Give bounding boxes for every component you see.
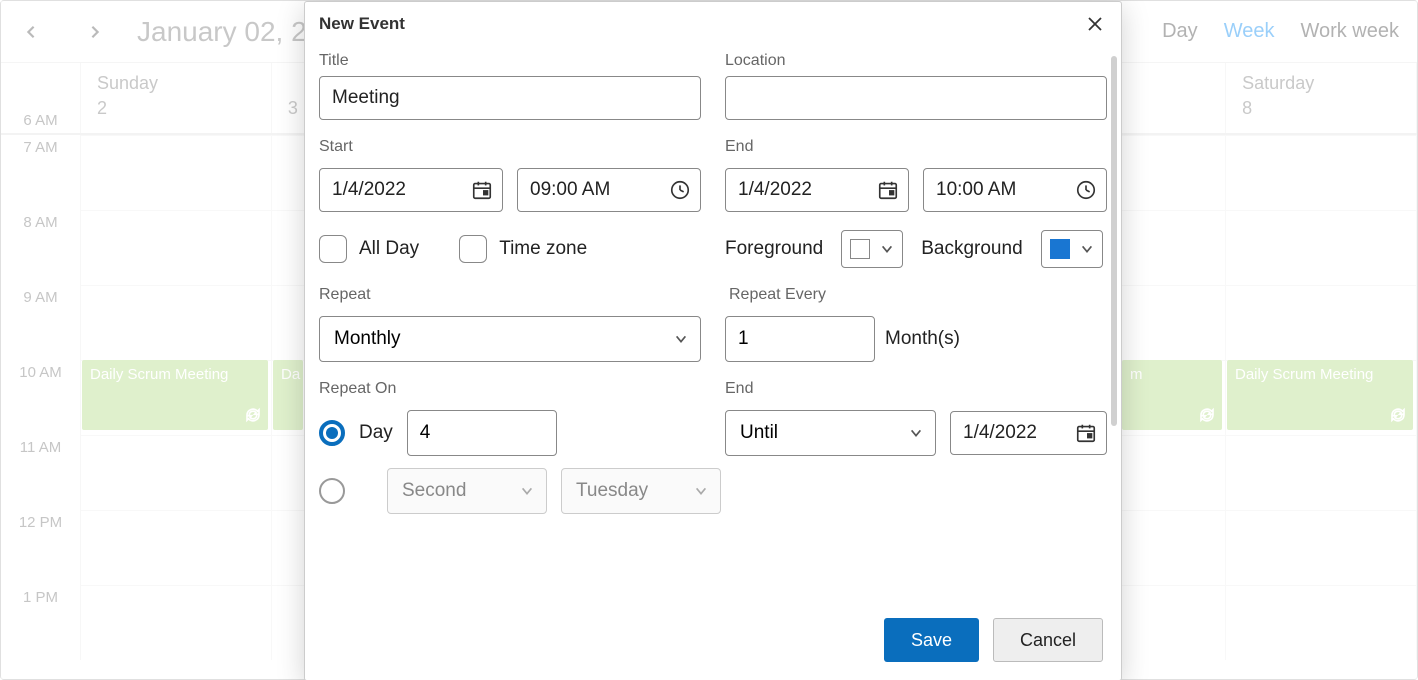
start-label: Start — [319, 138, 701, 156]
all-day-checkbox[interactable] — [319, 235, 347, 263]
title-label: Title — [319, 52, 701, 70]
end-date-input[interactable] — [725, 168, 909, 212]
timezone-label: Time zone — [499, 238, 587, 260]
repeat-on-day-radio[interactable] — [319, 420, 345, 446]
repeat-end-label: End — [725, 380, 1107, 398]
new-event-dialog: New Event Title Location Start — [304, 1, 1122, 680]
end-type-select[interactable]: Until — [725, 410, 936, 456]
close-button[interactable] — [1081, 10, 1109, 38]
title-input[interactable] — [319, 76, 701, 120]
background-picker[interactable] — [1041, 230, 1103, 268]
background-label: Background — [921, 238, 1022, 260]
months-suffix: Month(s) — [885, 328, 960, 350]
repeat-label: Repeat — [319, 286, 701, 304]
repeat-select[interactable]: Monthly — [319, 316, 701, 362]
repeat-on-label: Repeat On — [319, 380, 701, 398]
timezone-checkbox[interactable] — [459, 235, 487, 263]
color-swatch-white — [850, 239, 870, 259]
repeat-on-day-label: Day — [359, 422, 393, 444]
dialog-title: New Event — [319, 14, 405, 34]
end-label: End — [725, 138, 1107, 156]
dialog-footer: Save Cancel — [305, 604, 1121, 680]
save-button[interactable]: Save — [884, 618, 979, 662]
ordinal-select[interactable]: Second — [387, 468, 547, 514]
color-swatch-blue — [1050, 239, 1070, 259]
location-input[interactable] — [725, 76, 1107, 120]
until-date-input[interactable] — [950, 411, 1107, 455]
calendar-app: January 02, 2022 Month Day Week Work wee… — [0, 0, 1418, 680]
start-date-input[interactable] — [319, 168, 503, 212]
all-day-label: All Day — [359, 238, 419, 260]
location-label: Location — [725, 52, 1107, 70]
foreground-picker[interactable] — [841, 230, 903, 268]
repeat-every-label: Repeat Every — [725, 286, 1107, 304]
weekday-select[interactable]: Tuesday — [561, 468, 721, 514]
repeat-on-ordinal-radio[interactable] — [319, 478, 345, 504]
repeat-on-day-input[interactable] — [407, 410, 557, 456]
end-time-input[interactable] — [923, 168, 1107, 212]
repeat-every-input[interactable] — [725, 316, 875, 362]
start-time-input[interactable] — [517, 168, 701, 212]
foreground-label: Foreground — [725, 238, 823, 260]
scrollbar[interactable] — [1111, 56, 1117, 426]
cancel-button[interactable]: Cancel — [993, 618, 1103, 662]
